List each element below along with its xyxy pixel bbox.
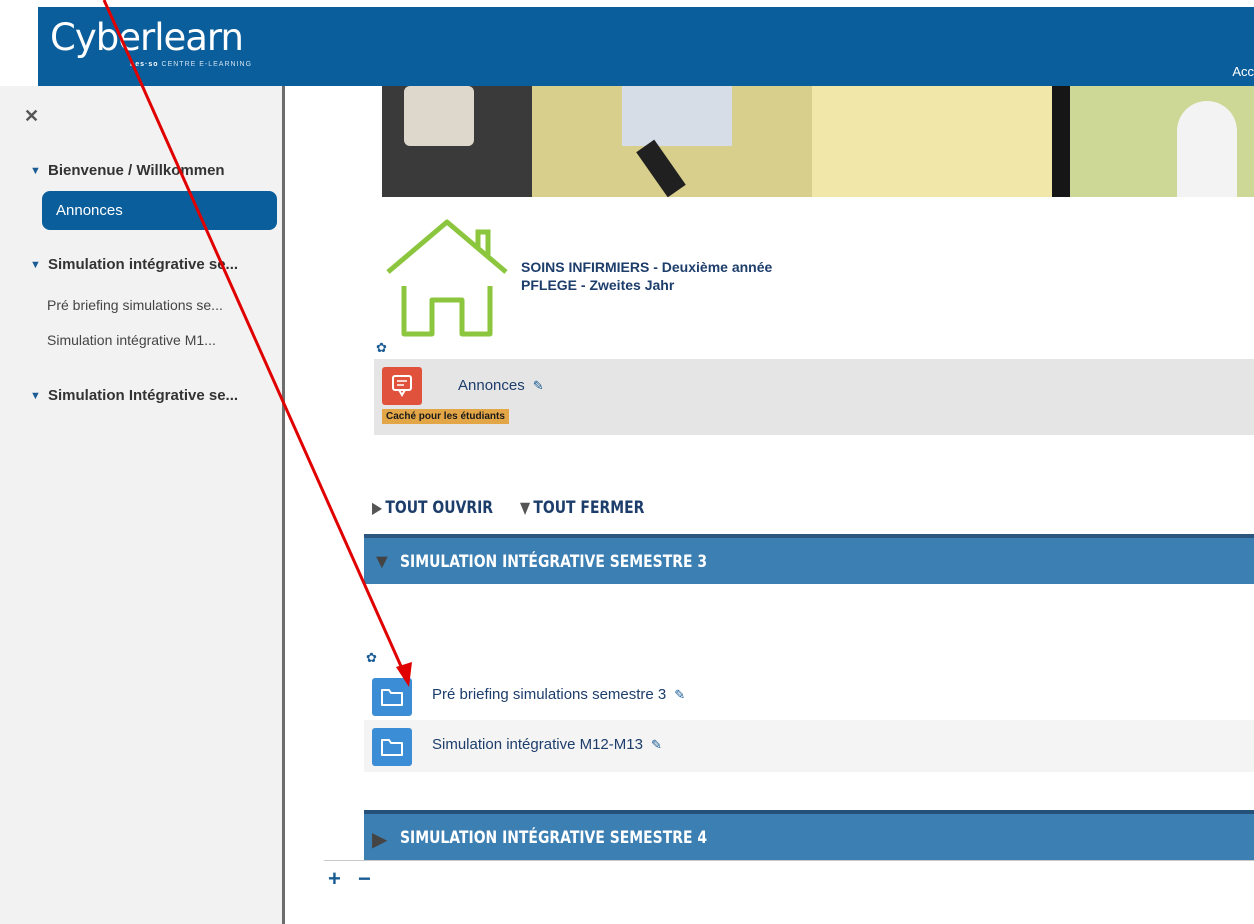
- chevron-down-icon: ▼: [30, 165, 41, 177]
- sidebar-section-bienvenue[interactable]: ▼ Bienvenue / Willkommen: [30, 162, 225, 179]
- course-title-line1: SOINS INFIRMIERS - Deuxième année: [521, 259, 773, 275]
- open-all-button[interactable]: ▶ TOUT OUVRIR: [372, 498, 493, 518]
- sidebar-section-label: Bienvenue / Willkommen: [48, 162, 225, 179]
- chevron-down-icon: ▼: [30, 390, 41, 402]
- activity-link[interactable]: Simulation intégrative M12-M13 ✎: [432, 736, 662, 753]
- hidden-badge: Caché pour les étudiants: [382, 409, 509, 424]
- announcements-label: Annonces: [458, 377, 525, 394]
- pencil-icon[interactable]: ✎: [651, 737, 662, 752]
- announcements-link[interactable]: Annonces ✎: [458, 377, 544, 394]
- add-section-button[interactable]: +: [328, 866, 341, 892]
- activity-pre-briefing[interactable]: Pré briefing simulations semestre 3 ✎: [364, 670, 1254, 722]
- section-title: SIMULATION INTÉGRATIVE SEMESTRE 4: [400, 828, 708, 848]
- brand-logo[interactable]: Cyberlearn: [50, 19, 244, 56]
- chevron-down-icon: ▼: [30, 259, 41, 271]
- open-all-label: TOUT OUVRIR: [385, 498, 494, 518]
- activity-link[interactable]: Pré briefing simulations semestre 3 ✎: [432, 686, 685, 703]
- house-icon: [386, 219, 508, 337]
- sidebar-section-semestre-4[interactable]: ▼ Simulation Intégrative se...: [30, 387, 238, 404]
- activity-label: Pré briefing simulations semestre 3: [432, 686, 667, 703]
- brand-sub-text: CENTRE E-LEARNING: [161, 61, 253, 68]
- remove-section-button[interactable]: −: [358, 866, 371, 892]
- main-content: SOINS INFIRMIERS - Deuxième année PFLEGE…: [288, 86, 1254, 924]
- folder-icon[interactable]: [372, 728, 412, 766]
- brand-sub-bold: hes·so: [130, 61, 159, 68]
- sidebar: ✕ ▼ Bienvenue / Willkommen Annonces ▼ Simu…: [0, 86, 285, 924]
- triangle-right-icon: ▶: [372, 498, 383, 517]
- course-title-line2: PFLEGE - Zweites Jahr: [521, 277, 675, 293]
- activity-label: Simulation intégrative M12-M13: [432, 736, 643, 753]
- course-title: SOINS INFIRMIERS - Deuxième année PFLEGE…: [521, 258, 772, 294]
- section-header-semestre-4[interactable]: ▶ SIMULATION INTÉGRATIVE SEMESTRE 4: [364, 810, 1254, 860]
- close-all-label: TOUT FERMER: [533, 498, 645, 518]
- sidebar-item-simulation-m12[interactable]: Simulation intégrative M1...: [47, 332, 216, 348]
- chat-icon[interactable]: [382, 367, 422, 405]
- pencil-icon[interactable]: ✎: [533, 378, 544, 393]
- header: Cyberlearn hes·so CENTRE E-LEARNING Acc: [0, 0, 1254, 86]
- sidebar-item-annonces[interactable]: Annonces: [42, 191, 277, 230]
- triangle-right-icon: ▶: [372, 829, 388, 851]
- header-bar: Cyberlearn hes·so CENTRE E-LEARNING Acc: [38, 7, 1254, 86]
- header-account-link[interactable]: Acc: [1232, 64, 1254, 79]
- triangle-down-icon: ▼: [520, 498, 531, 517]
- sidebar-section-label: Simulation Intégrative se...: [48, 387, 239, 404]
- pencil-icon[interactable]: ✎: [674, 687, 685, 702]
- section-title: SIMULATION INTÉGRATIVE SEMESTRE 3: [400, 552, 708, 572]
- gear-icon[interactable]: ✿: [366, 650, 377, 666]
- folder-icon[interactable]: [372, 678, 412, 716]
- app-root: Cyberlearn hes·so CENTRE E-LEARNING Acc …: [0, 0, 1254, 924]
- sidebar-item-pre-briefing[interactable]: Pré briefing simulations se...: [47, 297, 223, 313]
- section-header-semestre-3[interactable]: ▼ SIMULATION INTÉGRATIVE SEMESTRE 3: [364, 534, 1254, 584]
- divider: [324, 860, 1254, 861]
- brand-subtitle: hes·so CENTRE E-LEARNING: [130, 61, 252, 68]
- activity-simulation-m12[interactable]: Simulation intégrative M12-M13 ✎: [364, 720, 1254, 772]
- close-icon[interactable]: ✕: [24, 106, 39, 127]
- announcements-activity: Annonces ✎ Caché pour les étudiants: [374, 359, 1254, 435]
- close-all-button[interactable]: ▼ TOUT FERMER: [520, 498, 644, 518]
- gear-icon[interactable]: ✿: [376, 340, 387, 356]
- triangle-down-icon: ▼: [372, 551, 392, 573]
- sidebar-section-semestre-3[interactable]: ▼ Simulation intégrative se...: [30, 256, 238, 273]
- sidebar-section-label: Simulation intégrative se...: [48, 256, 239, 273]
- course-banner-image: [382, 86, 1254, 197]
